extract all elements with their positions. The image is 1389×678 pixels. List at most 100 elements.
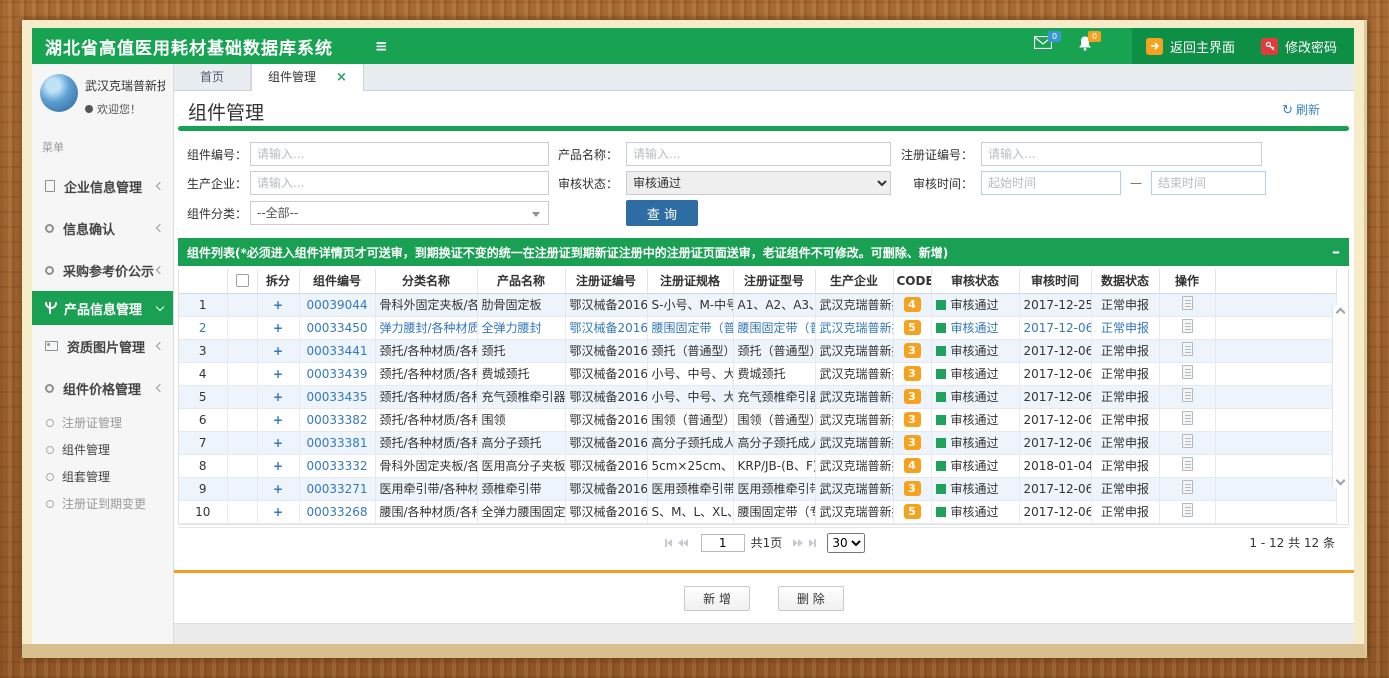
table-row[interactable]: 10 + 00033268 腰围/各种材质/各种规格 全弹力腰围固定带 鄂汉械备… <box>179 500 1337 523</box>
sidebar-menu-item[interactable]: 资质图片管理 <box>32 325 173 367</box>
last-page-button[interactable] <box>809 539 816 547</box>
table-body: 1 + 00039044 骨科外固定夹板/各种材质 肋骨固定板 鄂汉械备2016… <box>179 293 1337 523</box>
component-no-input[interactable] <box>250 142 549 166</box>
audit-status-label: 审核状态： <box>549 175 626 192</box>
query-button[interactable]: 查 询 <box>626 200 698 226</box>
document-icon[interactable] <box>1182 319 1193 333</box>
start-date-input[interactable] <box>981 171 1121 195</box>
expand-icon[interactable]: + <box>273 436 283 450</box>
sidebar-submenu-item[interactable]: 注册证管理 <box>32 409 173 436</box>
table-row[interactable]: 9 + 00033271 医用牵引带/各种材质/各 颈椎牵引带 鄂汉械备2016… <box>179 477 1337 500</box>
table-row[interactable]: 5 + 00033435 颈托/各种材质/各种规格 充气颈椎牵引器 鄂汉械备20… <box>179 385 1337 408</box>
reg-no-input[interactable] <box>981 142 1262 166</box>
exit-arrow-icon <box>1146 38 1163 55</box>
delete-button[interactable]: 删 除 <box>778 586 844 611</box>
expand-icon[interactable]: + <box>273 367 283 381</box>
bell-icon[interactable]: 0 <box>1078 36 1092 54</box>
sidebar-menu-item[interactable]: 采购参考价公示 <box>32 249 173 291</box>
refresh-link[interactable]: ↻刷新 <box>1282 101 1320 118</box>
document-icon[interactable] <box>1182 388 1193 402</box>
cell-data-status: 正常申报 <box>1091 477 1159 500</box>
list-header-text: 组件列表(*必须进入组件详情页才可送审，到期换证不变的统一在注册证到期新证注册中… <box>187 244 948 261</box>
cell-checkbox <box>227 339 257 362</box>
expand-icon[interactable]: + <box>273 459 283 473</box>
product-name-input[interactable] <box>626 142 891 166</box>
document-icon[interactable] <box>1182 480 1193 494</box>
cell-data-status: 正常申报 <box>1091 293 1159 316</box>
table-row[interactable]: 2 + 00033450 弹力腰封/各种材质/各种 全弹力腰封 鄂汉械备2016… <box>179 316 1337 339</box>
expand-icon[interactable]: + <box>273 344 283 358</box>
add-button[interactable]: 新 增 <box>684 586 750 611</box>
cell-category: 颈托/各种材质/各种规格 <box>375 385 477 408</box>
table-row[interactable]: 6 + 00033382 颈托/各种材质/各种规格 围领 鄂汉械备2016011… <box>179 408 1337 431</box>
expand-icon[interactable]: + <box>273 505 283 519</box>
collapse-button[interactable]: – <box>1332 240 1340 264</box>
select-all-checkbox[interactable] <box>236 274 249 287</box>
cell-product: 费城颈托 <box>477 362 565 385</box>
back-to-main-button[interactable]: 返回主界面 <box>1146 37 1235 56</box>
cell-product: 颈托 <box>477 339 565 362</box>
cell-audit-time: 2017-12-06 <box>1019 477 1091 500</box>
expand-icon[interactable]: + <box>273 321 283 335</box>
document-icon[interactable] <box>1182 411 1193 425</box>
mail-icon[interactable]: 0 <box>1034 36 1052 52</box>
tab-home[interactable]: 首页 <box>174 64 251 90</box>
cell-checkbox <box>227 408 257 431</box>
table-scrollbar[interactable] <box>1332 305 1348 488</box>
tab-close-icon[interactable]: × <box>336 64 347 91</box>
cell-audit-status: 审核通过 <box>931 385 1019 408</box>
audit-status-select[interactable]: 审核通过 <box>626 171 891 195</box>
sidebar-submenu-item[interactable]: 组套管理 <box>32 463 173 490</box>
cell-rownum: 5 <box>179 385 227 408</box>
document-icon[interactable] <box>1182 457 1193 471</box>
category-label: 组件分类： <box>187 205 250 222</box>
document-icon[interactable] <box>1182 296 1193 310</box>
hamburger-icon[interactable]: ≡ <box>375 37 388 55</box>
cell-audit-status: 审核通过 <box>931 316 1019 339</box>
status-square-icon <box>936 392 946 402</box>
first-page-button[interactable] <box>665 539 672 547</box>
cell-audit-time: 2018-01-04 <box>1019 454 1091 477</box>
search-form: 组件编号： 产品名称： 注册证编号： 生产企业： 审核状态： 审核通过 审核时间… <box>174 131 1354 235</box>
end-date-input[interactable] <box>1151 171 1266 195</box>
cell-filler <box>1215 339 1337 362</box>
col-component-no: 组件编号 <box>299 269 375 293</box>
document-icon[interactable] <box>1182 434 1193 448</box>
category-dropdown[interactable]: --全部-- <box>250 201 549 225</box>
table-row[interactable]: 7 + 00033381 颈托/各种材质/各种规格 高分子颈托 鄂汉械备2016… <box>179 431 1337 454</box>
app-title: 湖北省高值医用耗材基础数据库系统 <box>45 34 333 59</box>
expand-icon[interactable]: + <box>273 390 283 404</box>
col-code-count: CODE数 <box>893 269 931 293</box>
table-row[interactable]: 3 + 00033441 颈托/各种材质/各种规格 颈托 鄂汉械备2016011… <box>179 339 1337 362</box>
prev-page-button[interactable] <box>678 539 688 547</box>
cell-split: + <box>257 408 299 431</box>
page-size-select[interactable]: 30 <box>827 533 865 553</box>
sidebar-menu-item[interactable]: 企业信息管理 <box>32 165 173 207</box>
expand-icon[interactable]: + <box>273 298 283 312</box>
scroll-up-icon[interactable] <box>1336 308 1346 318</box>
cell-actions <box>1159 362 1215 385</box>
document-icon[interactable] <box>1182 342 1193 356</box>
cell-audit-status: 审核通过 <box>931 500 1019 523</box>
sidebar-menu-item[interactable]: 信息确认 <box>32 207 173 249</box>
next-page-button[interactable] <box>793 539 803 547</box>
sidebar-menu-item[interactable]: 组件价格管理 <box>32 367 173 409</box>
cell-rownum: 1 <box>179 293 227 316</box>
document-icon[interactable] <box>1182 503 1193 517</box>
page-number-input[interactable] <box>701 534 745 552</box>
expand-icon[interactable]: + <box>273 413 283 427</box>
table-row[interactable]: 4 + 00033439 颈托/各种材质/各种规格 费城颈托 鄂汉械备20160… <box>179 362 1337 385</box>
document-icon[interactable] <box>1182 365 1193 379</box>
sidebar-submenu-item[interactable]: 注册证到期变更 <box>32 490 173 517</box>
change-password-button[interactable]: 修改密码 <box>1261 37 1337 56</box>
tab-component-management[interactable]: 组件管理 × <box>251 64 364 91</box>
table-row[interactable]: 8 + 00033332 骨科外固定夹板/各种材质 医用高分子夹板 鄂汉械备20… <box>179 454 1337 477</box>
table-row[interactable]: 1 + 00039044 骨科外固定夹板/各种材质 肋骨固定板 鄂汉械备2016… <box>179 293 1337 316</box>
menu-item-icon <box>45 384 54 393</box>
sidebar-menu-item[interactable]: 产品信息管理 <box>32 291 173 325</box>
expand-icon[interactable]: + <box>273 482 283 496</box>
cell-component-no: 00033439 <box>299 362 375 385</box>
sidebar-submenu-item[interactable]: 组件管理 <box>32 436 173 463</box>
manufacturer-input[interactable] <box>250 171 549 195</box>
scroll-down-icon[interactable] <box>1336 476 1346 486</box>
